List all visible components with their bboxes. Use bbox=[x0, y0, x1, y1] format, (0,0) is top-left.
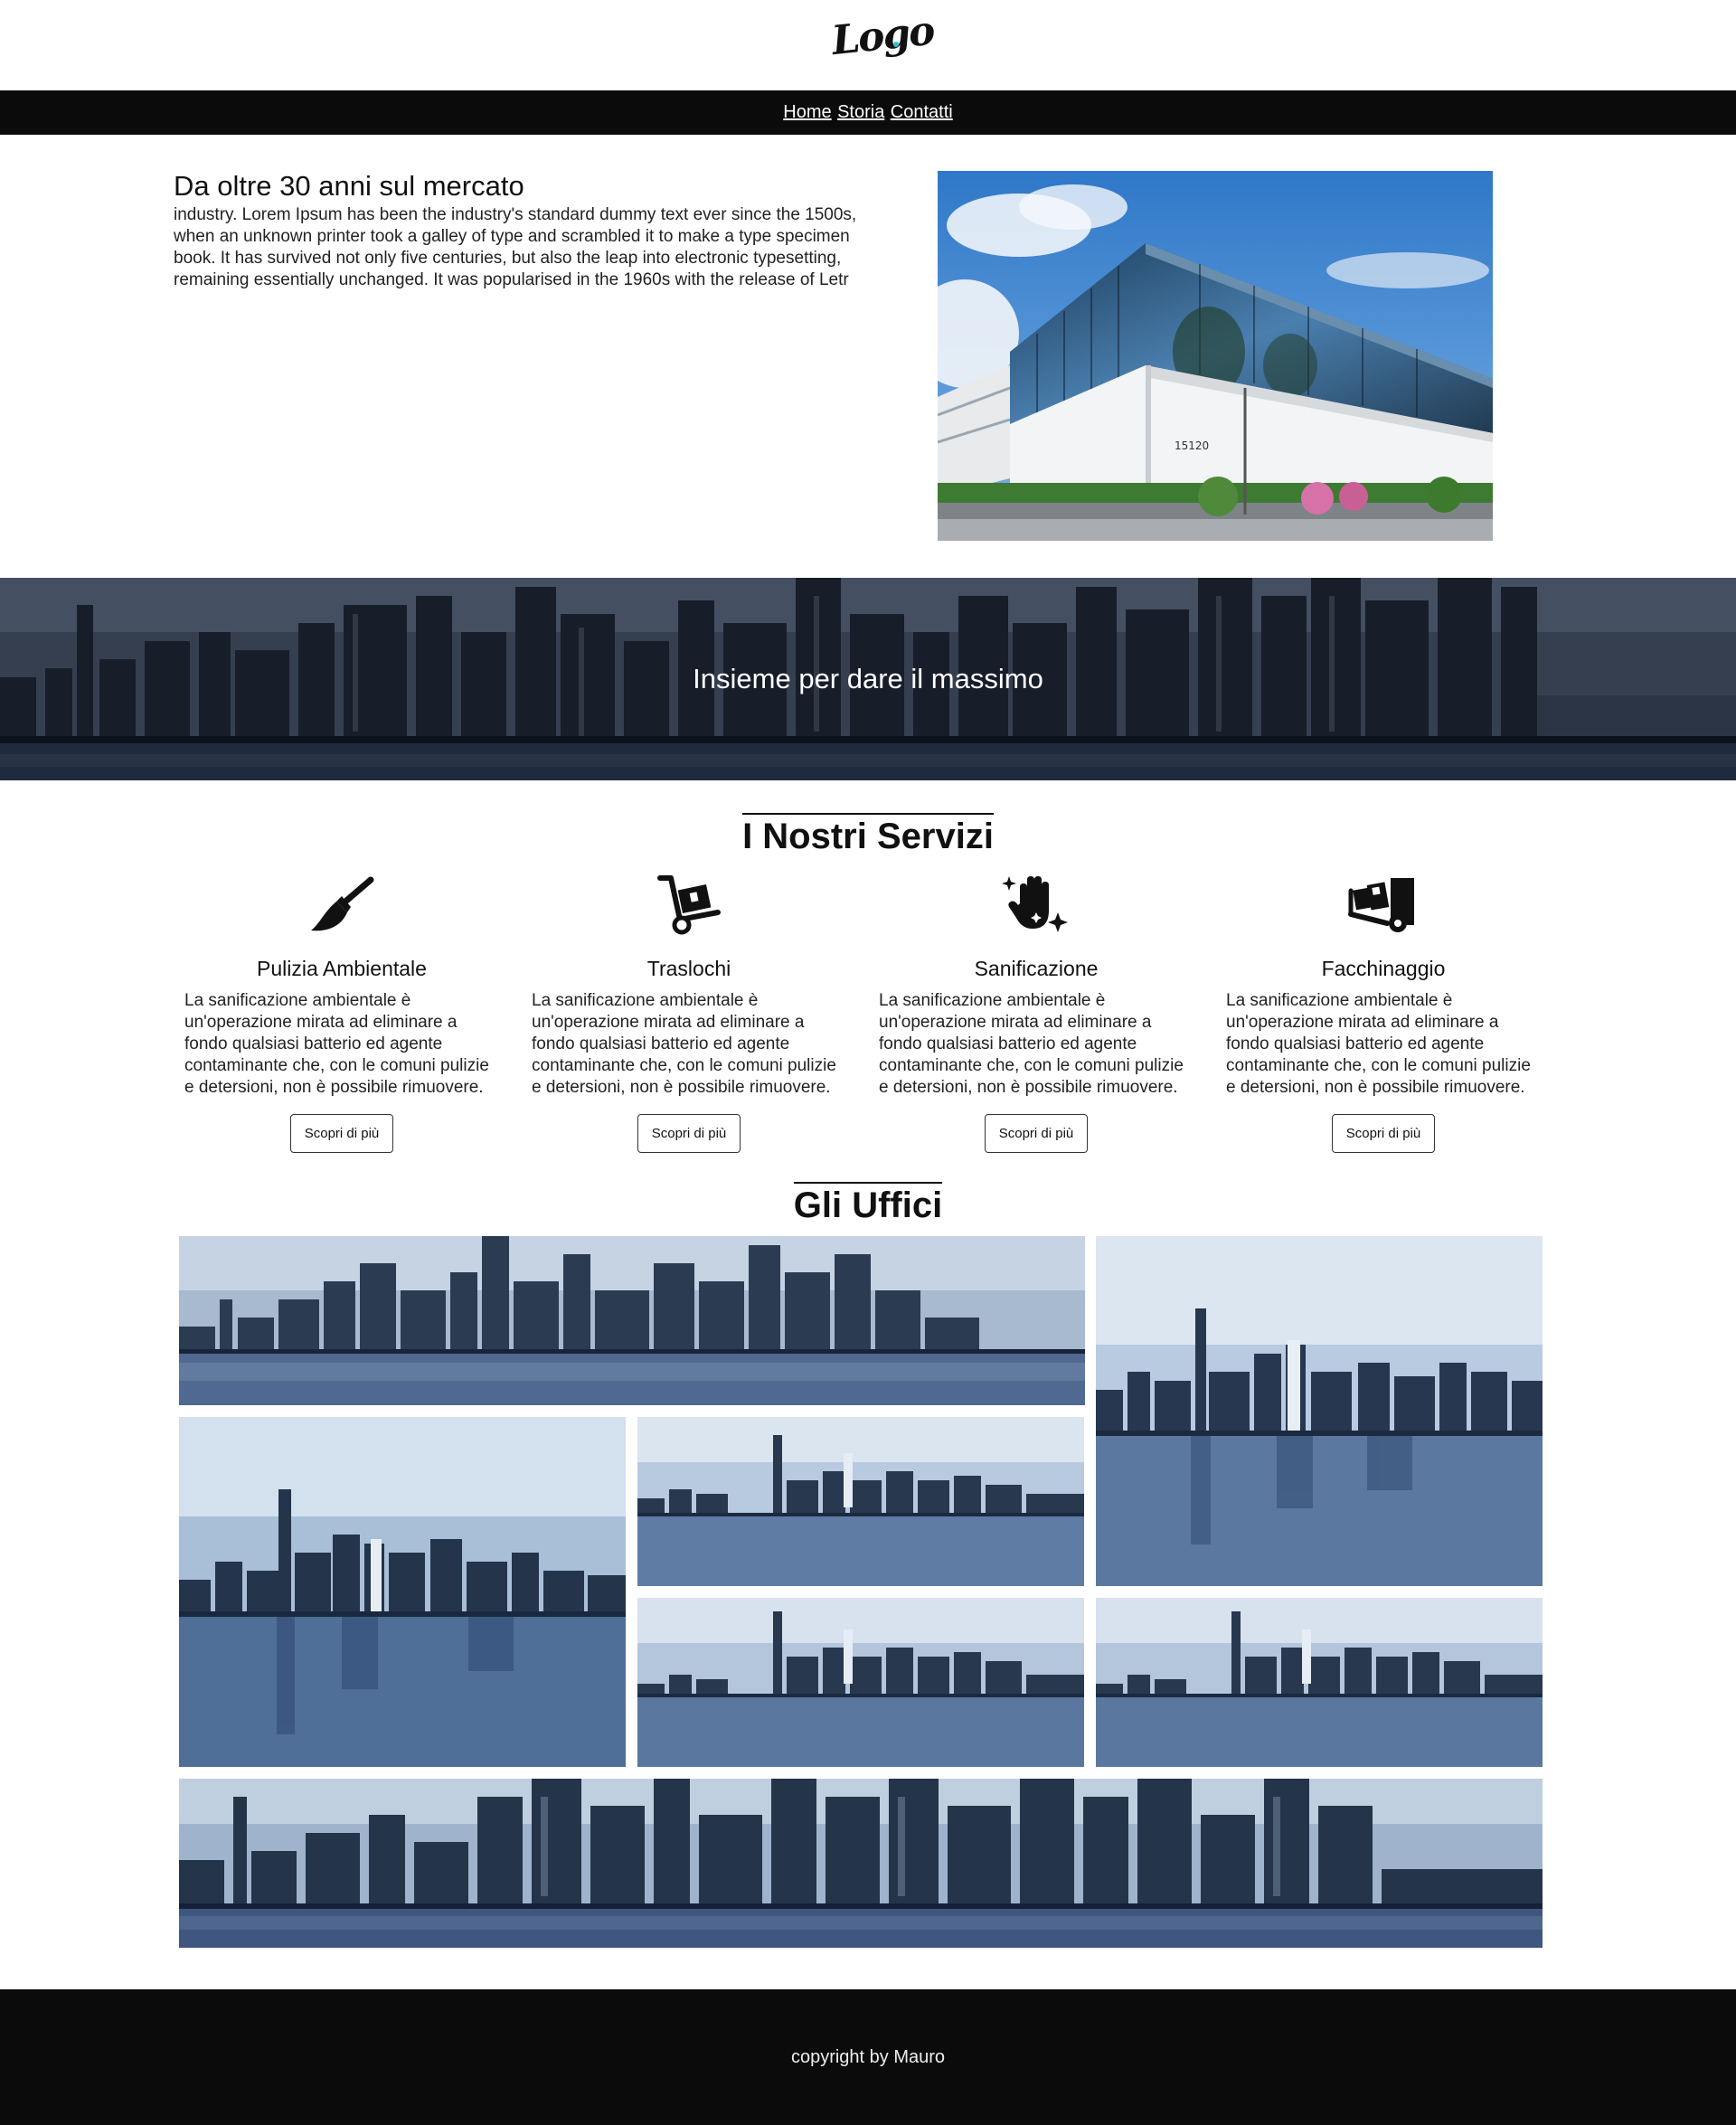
service-title: Sanificazione bbox=[974, 957, 1099, 980]
service-card-sanificazione: Sanificazione La sanificazione ambiental… bbox=[875, 873, 1197, 1153]
sparkle-hand-icon bbox=[875, 873, 1197, 936]
hero-banner: Insieme per dare il massimo bbox=[0, 578, 1736, 780]
gallery-image-wide-top[interactable] bbox=[179, 1236, 1085, 1405]
scopri-button-pulizia[interactable]: Scopri di più bbox=[290, 1114, 393, 1153]
footer: copyright by Mauro bbox=[0, 1989, 1736, 2125]
gallery-image-wide-bottom[interactable] bbox=[179, 1779, 1543, 1948]
scopri-button-traslochi[interactable]: Scopri di più bbox=[637, 1114, 741, 1153]
nav-home-link[interactable]: Home bbox=[783, 102, 831, 122]
nav-contatti-link[interactable]: Contatti bbox=[891, 102, 953, 122]
intro-text: industry. Lorem Ipsum has been the indus… bbox=[174, 205, 857, 289]
service-card-traslochi: Traslochi La sanificazione ambientale è … bbox=[528, 873, 850, 1153]
service-title: Traslochi bbox=[646, 957, 731, 980]
gallery-image-tall-right[interactable] bbox=[1096, 1236, 1543, 1586]
footer-copyright: copyright by Mauro bbox=[790, 2047, 946, 2067]
logo-dot bbox=[893, 42, 899, 47]
service-card-facchinaggio: Facchinaggio La sanificazione ambientale… bbox=[1222, 873, 1544, 1153]
logo[interactable]: Logo bbox=[829, 7, 936, 83]
service-title: Facchinaggio bbox=[1321, 957, 1446, 980]
gallery-image-mid-bottom[interactable] bbox=[637, 1598, 1084, 1767]
service-text: La sanificazione ambientale è un'operazi… bbox=[532, 991, 836, 1097]
services-title-text: I Nostri Servizi bbox=[742, 813, 994, 856]
scopri-button-sanificazione[interactable]: Scopri di più bbox=[985, 1114, 1088, 1153]
gallery-title-text: Gli Uffici bbox=[793, 1182, 943, 1225]
main-nav: Home Storia Contatti bbox=[0, 90, 1736, 135]
service-text: La sanificazione ambientale è un'operazi… bbox=[879, 991, 1184, 1097]
gallery-title: Gli Uffici bbox=[0, 1182, 1736, 1226]
service-text: La sanificazione ambientale è un'operazi… bbox=[1226, 991, 1531, 1097]
service-title: Pulizia Ambientale bbox=[257, 957, 427, 980]
office-building-image: 15120 bbox=[938, 171, 1493, 541]
services-title: I Nostri Servizi bbox=[0, 813, 1736, 857]
service-text: La sanificazione ambientale è un'operazi… bbox=[184, 991, 489, 1097]
service-card-pulizia: Pulizia Ambientale La sanificazione ambi… bbox=[181, 873, 503, 1153]
scopri-button-facchinaggio[interactable]: Scopri di più bbox=[1332, 1114, 1435, 1153]
broom-icon bbox=[181, 873, 503, 936]
gallery-image-mid-top[interactable] bbox=[637, 1417, 1084, 1586]
logo-text: Logo bbox=[829, 7, 936, 65]
nav-storia-link[interactable]: Storia bbox=[837, 102, 884, 122]
header: Logo bbox=[0, 0, 1736, 90]
dolly-icon bbox=[528, 873, 850, 936]
banner-caption: Insieme per dare il massimo bbox=[693, 663, 1043, 694]
intro-title: Da oltre 30 anni sul mercato bbox=[174, 170, 524, 202]
gallery-image-left-square[interactable] bbox=[179, 1417, 626, 1767]
gallery-image-right-bottom[interactable] bbox=[1096, 1598, 1543, 1767]
building-number: 15120 bbox=[1175, 439, 1209, 452]
truck-loading-icon bbox=[1222, 873, 1544, 936]
